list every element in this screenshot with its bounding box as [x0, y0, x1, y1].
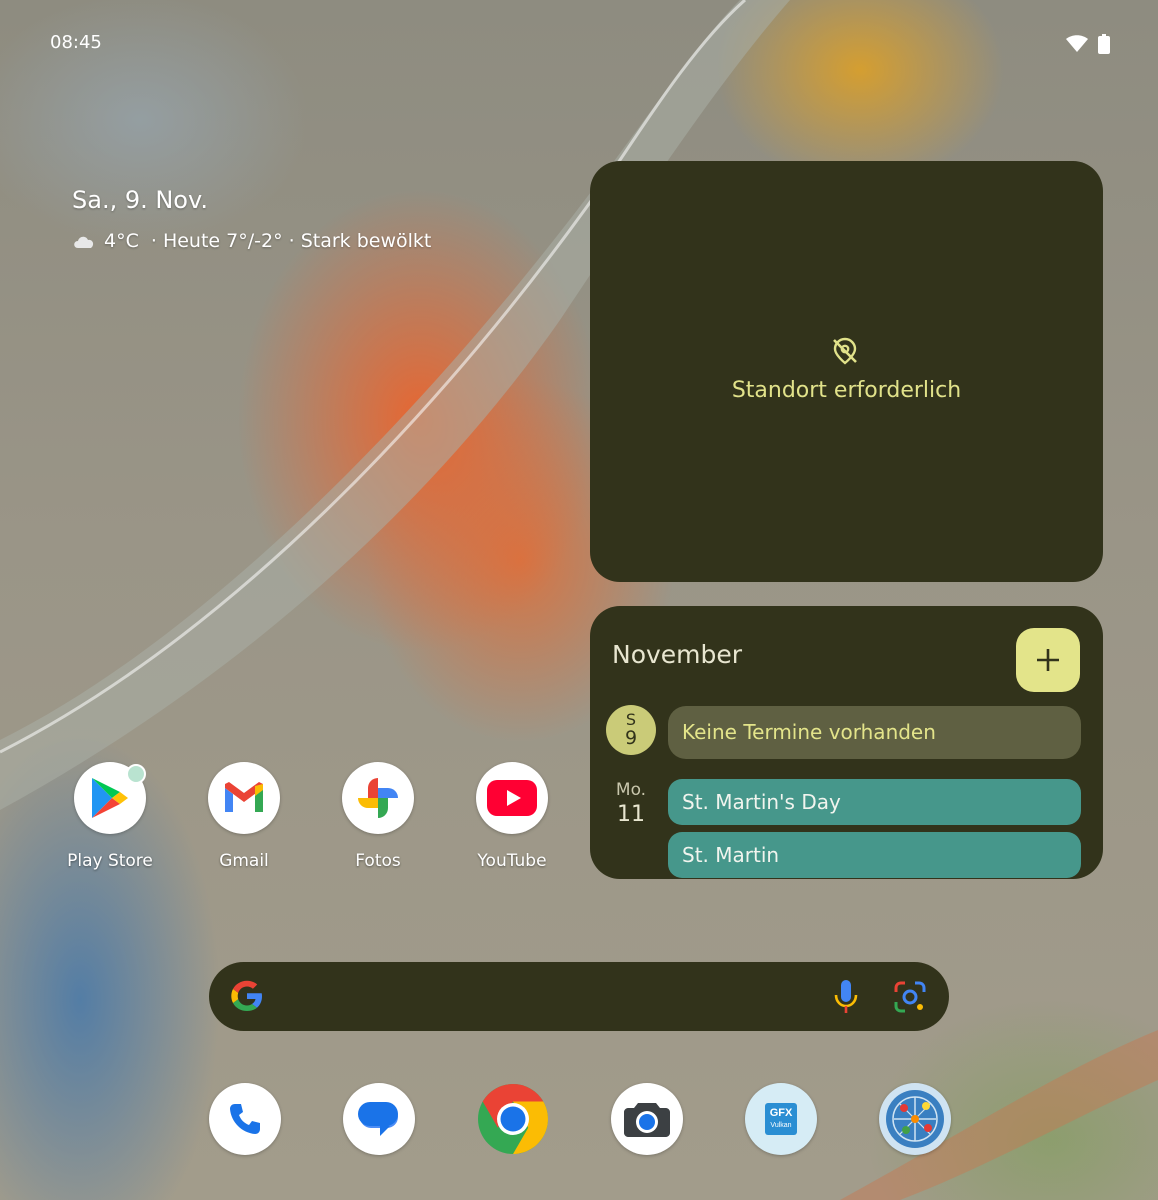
gfx-badge-text: GFX — [769, 1107, 793, 1119]
add-event-button[interactable] — [1016, 628, 1080, 692]
phone-icon — [230, 1104, 260, 1134]
status-icons — [1066, 34, 1110, 54]
calendar-day-number: 11 — [617, 802, 645, 827]
network-icon — [886, 1090, 944, 1148]
dock-messages[interactable] — [343, 1083, 415, 1155]
calendar-no-events[interactable]: Keine Termine vorhanden — [668, 706, 1081, 759]
calendar-day: Mo. 11 — [606, 780, 656, 827]
dock-camera[interactable] — [611, 1083, 683, 1155]
dock-gfxbench[interactable]: GFX Vulkan — [745, 1083, 817, 1155]
glance-temperature: 4°C — [104, 230, 139, 252]
calendar-event[interactable]: St. Martin's Day — [668, 779, 1081, 825]
dock-chrome[interactable] — [477, 1083, 549, 1155]
dock-network[interactable] — [879, 1083, 951, 1155]
plus-icon — [1037, 649, 1059, 671]
camera-icon — [624, 1103, 670, 1137]
location-off-icon — [833, 337, 857, 365]
app-label: Gmail — [219, 851, 269, 871]
app-youtube[interactable]: YouTube — [457, 762, 567, 871]
calendar-widget[interactable]: November S 9 Keine Termine vorhanden Mo.… — [590, 606, 1103, 879]
glance-forecast: · Heute 7°/-2° · Stark bewölkt — [150, 230, 432, 252]
calendar-day-weekday: Mo. — [615, 780, 647, 800]
app-photos[interactable]: Fotos — [323, 762, 433, 871]
photos-icon — [342, 762, 414, 834]
calendar-today-badge: S 9 — [606, 705, 656, 755]
chrome-icon — [478, 1084, 548, 1154]
youtube-icon — [476, 762, 548, 834]
glance-date[interactable]: Sa., 9. Nov. — [72, 186, 208, 214]
weather-widget[interactable] — [590, 161, 1103, 582]
glance-weather[interactable]: 4°C · Heute 7°/-2° · Stark bewölkt — [72, 230, 431, 252]
status-time: 08:45 — [50, 32, 102, 53]
calendar-event[interactable]: St. Martin — [668, 832, 1081, 878]
lens-icon[interactable] — [893, 980, 927, 1014]
calendar-day-number: 9 — [624, 727, 638, 749]
google-search-bar[interactable] — [209, 962, 949, 1031]
app-gmail[interactable]: Gmail — [189, 762, 299, 871]
play-store-icon — [74, 762, 146, 834]
app-label: YouTube — [477, 851, 547, 871]
dock-phone[interactable] — [209, 1083, 281, 1155]
location-required-text: Standort erforderlich — [731, 378, 962, 403]
app-label: Fotos — [355, 851, 401, 871]
google-g-icon[interactable] — [229, 978, 265, 1014]
notification-dot — [126, 764, 146, 784]
mic-icon[interactable] — [833, 978, 859, 1016]
gfx-badge-sub: Vulkan — [770, 1122, 792, 1129]
messages-icon — [358, 1102, 398, 1136]
gfx-vulkan-icon: GFX Vulkan — [765, 1103, 797, 1135]
gmail-icon — [208, 762, 280, 834]
app-play-store[interactable]: Play Store — [55, 762, 165, 871]
battery-icon — [1098, 34, 1110, 54]
app-label: Play Store — [67, 851, 153, 871]
cloud-icon — [74, 236, 94, 248]
calendar-month: November — [612, 640, 743, 669]
wifi-icon — [1066, 35, 1088, 52]
